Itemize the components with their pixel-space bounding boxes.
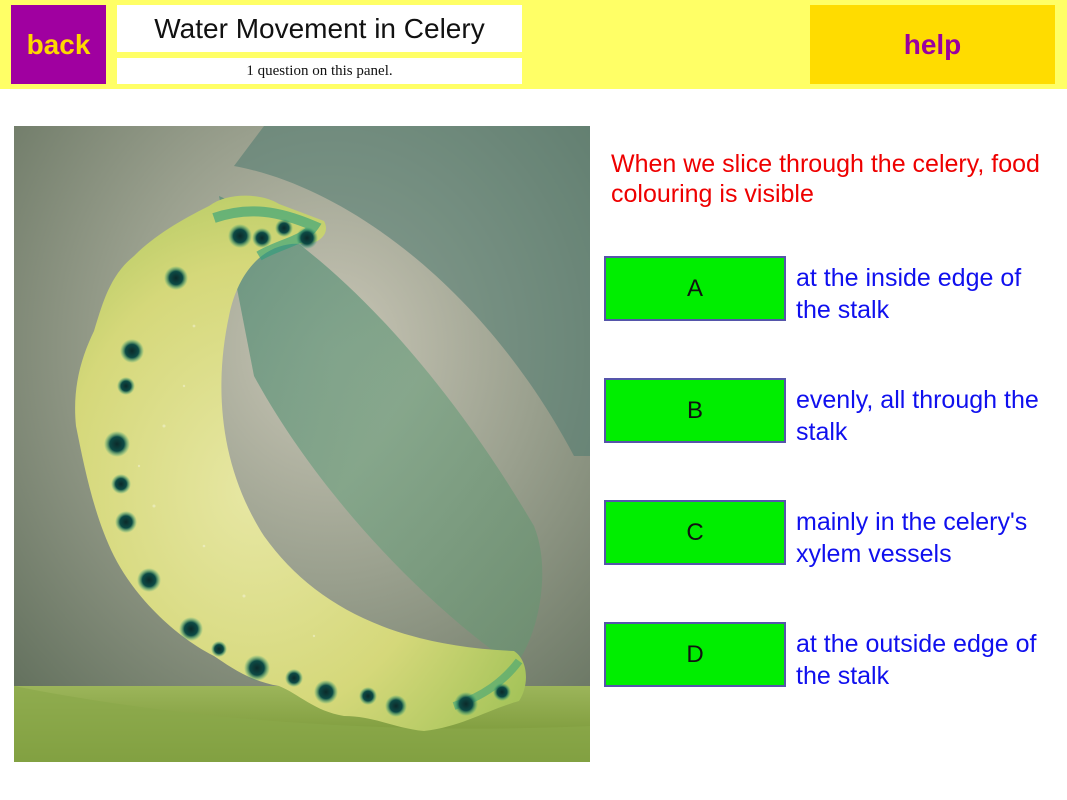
option-d-button[interactable]: D — [604, 622, 786, 687]
back-button[interactable]: back — [11, 5, 106, 84]
question-text: When we slice through the celery, food c… — [611, 150, 1040, 208]
option-b-text: evenly, all through the stalk — [796, 386, 1039, 446]
top-bar: back Water Movement in Celery 1 question… — [0, 0, 1067, 89]
option-c-button[interactable]: C — [604, 500, 786, 565]
page-title: Water Movement in Celery — [117, 5, 522, 52]
option-a-text: at the inside edge of the stalk — [796, 264, 1022, 324]
option-c-text: mainly in the celery's xylem vessels — [796, 508, 1028, 568]
celery-cross-section-photo — [14, 126, 590, 762]
option-b-button[interactable]: B — [604, 378, 786, 443]
option-a-button[interactable]: A — [604, 256, 786, 321]
question-count: 1 question on this panel. — [117, 58, 522, 84]
option-d-text: at the outside edge of the stalk — [796, 630, 1037, 690]
help-button[interactable]: help — [810, 5, 1055, 84]
